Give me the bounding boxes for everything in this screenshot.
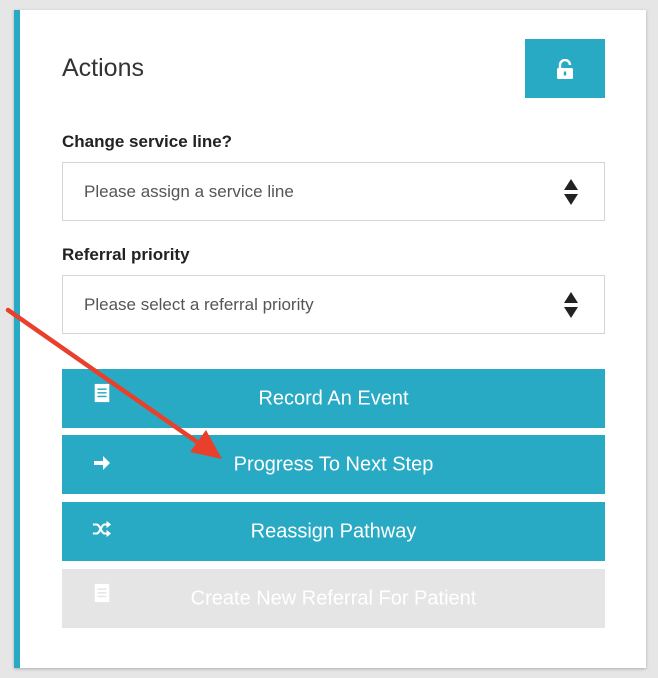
lock-button[interactable]: [525, 39, 605, 98]
service-line-select[interactable]: Please assign a service line: [62, 162, 605, 221]
referral-priority-value: Please select a referral priority: [84, 294, 314, 314]
select-arrows-icon: [564, 178, 578, 205]
service-line-value: Please assign a service line: [84, 181, 294, 201]
reassign-pathway-button[interactable]: Reassign Pathway: [62, 502, 605, 561]
record-event-button[interactable]: Record An Event: [62, 369, 605, 428]
reassign-pathway-label: Reassign Pathway: [250, 520, 417, 542]
referral-priority-label: Referral priority: [62, 245, 190, 264]
create-referral-label: Create New Referral For Patient: [190, 587, 477, 609]
create-referral-button: Create New Referral For Patient: [62, 569, 605, 628]
lock-icon: [557, 58, 573, 79]
panel-accent-bar: [14, 10, 20, 668]
progress-next-step-label: Progress To Next Step: [233, 453, 434, 475]
progress-next-step-button[interactable]: Progress To Next Step: [62, 435, 605, 494]
record-event-label: Record An Event: [258, 387, 409, 409]
service-line-label: Change service line?: [62, 132, 233, 151]
panel-title: Actions: [62, 54, 144, 82]
select-arrows-icon: [564, 291, 578, 318]
actions-panel: Actions Change service line? Please assi…: [14, 10, 646, 668]
referral-priority-select[interactable]: Please select a referral priority: [62, 275, 605, 334]
